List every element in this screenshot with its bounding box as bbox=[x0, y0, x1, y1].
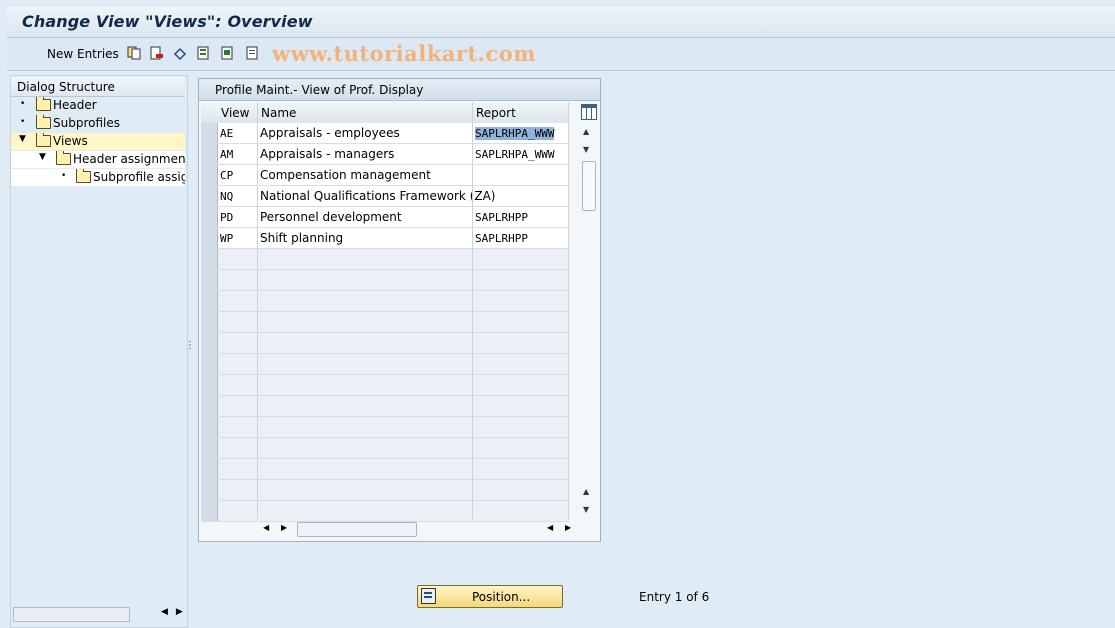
folder-icon bbox=[36, 97, 51, 111]
position-button-label: Position... bbox=[472, 590, 531, 604]
open-folder-icon bbox=[36, 133, 51, 147]
tree-item-label: Subprofiles bbox=[53, 116, 120, 130]
table-caption: Profile Maint.- View of Prof. Display bbox=[199, 79, 600, 101]
bullet-icon: • bbox=[20, 99, 26, 109]
new-entries-button[interactable]: New Entries bbox=[47, 47, 119, 61]
tree-item-label: Header assignment bbox=[73, 152, 185, 166]
scroll-right-icon[interactable]: ▶ bbox=[565, 523, 571, 532]
scroll-left-icon[interactable]: ◀ bbox=[547, 523, 553, 532]
row-selector[interactable] bbox=[201, 123, 218, 143]
horizontal-scrollbar[interactable] bbox=[13, 607, 130, 622]
tree-item-label: Views bbox=[53, 134, 88, 148]
row-selector[interactable] bbox=[201, 291, 218, 311]
delete-icon[interactable] bbox=[150, 46, 164, 60]
scroll-arrows[interactable]: ◀▶ bbox=[161, 607, 191, 617]
cell-view: PD bbox=[220, 211, 234, 224]
table-caption-text: Profile Maint.- View of Prof. Display bbox=[215, 83, 424, 97]
tree-item-label: Header bbox=[53, 98, 97, 112]
page-down-icon[interactable]: ▼ bbox=[583, 505, 589, 514]
cell-report[interactable]: SAPLRHPP bbox=[475, 211, 528, 224]
page-title: Change View "Views": Overview bbox=[22, 12, 313, 31]
cell-name: Appraisals - managers bbox=[260, 147, 395, 161]
row-selector[interactable] bbox=[201, 270, 218, 290]
cell-view: CP bbox=[220, 169, 234, 182]
row-selector[interactable] bbox=[201, 144, 218, 164]
bullet-icon: • bbox=[20, 117, 26, 127]
select-all-icon[interactable] bbox=[197, 46, 211, 60]
row-selector[interactable] bbox=[201, 480, 218, 500]
dialog-structure-header: Dialog Structure bbox=[11, 77, 185, 97]
folder-icon bbox=[76, 169, 91, 183]
tree-item-subprofile-assignment[interactable]: • Subprofile assignment bbox=[11, 169, 185, 186]
select-block-icon[interactable] bbox=[221, 46, 235, 60]
cell-name: National Qualifications Framework (ZA) bbox=[260, 189, 496, 203]
entry-counter: Entry 1 of 6 bbox=[639, 590, 710, 604]
row-selector[interactable] bbox=[201, 501, 218, 521]
expand-triangle-icon[interactable]: ▼ bbox=[39, 152, 46, 162]
expand-triangle-icon[interactable]: ▼ bbox=[19, 134, 26, 144]
position-button[interactable]: Position... bbox=[417, 585, 563, 608]
column-header-report[interactable]: Report bbox=[476, 106, 516, 120]
table-control: Profile Maint.- View of Prof. Display Vi… bbox=[198, 78, 601, 542]
application-toolbar: New Entries www.tutorialkart.com bbox=[7, 38, 1115, 71]
deselect-all-icon[interactable] bbox=[246, 46, 260, 60]
row-selector[interactable] bbox=[201, 396, 218, 416]
open-folder-icon bbox=[56, 151, 71, 165]
dialog-structure-panel: Dialog Structure • Header • Subprofiles … bbox=[10, 75, 188, 628]
tree-item-views[interactable]: ▼ Views bbox=[11, 133, 185, 150]
cell-report[interactable]: SAPLRHPA_WWW bbox=[475, 148, 554, 161]
column-divider bbox=[472, 102, 473, 519]
column-divider bbox=[257, 102, 258, 519]
vertical-scroll-thumb[interactable] bbox=[582, 161, 596, 211]
column-header-view[interactable]: View bbox=[221, 106, 249, 120]
column-divider bbox=[568, 102, 569, 519]
row-selector[interactable] bbox=[201, 459, 218, 479]
cell-view: AE bbox=[220, 127, 234, 140]
cell-name: Personnel development bbox=[260, 210, 402, 224]
folder-icon bbox=[36, 115, 51, 129]
tree-item-header-assignment[interactable]: ▼ Header assignment bbox=[11, 151, 185, 168]
cell-view: WP bbox=[220, 232, 234, 245]
row-selector[interactable] bbox=[201, 249, 218, 269]
undo-icon[interactable] bbox=[173, 46, 187, 60]
tree-item-subprofiles[interactable]: • Subprofiles bbox=[11, 115, 185, 132]
position-icon bbox=[421, 588, 436, 604]
dialog-structure-title: Dialog Structure bbox=[17, 80, 115, 94]
cell-name: Shift planning bbox=[260, 231, 344, 245]
scroll-left-icon[interactable]: ◀ bbox=[263, 523, 269, 532]
cell-report[interactable]: SAPLRHPP bbox=[475, 232, 528, 245]
cell-name: Appraisals - employees bbox=[260, 126, 400, 140]
page-up-icon[interactable]: ▲ bbox=[583, 487, 589, 496]
cell-report[interactable]: SAPLRHPA_WWW bbox=[475, 127, 555, 140]
row-selector[interactable] bbox=[201, 186, 218, 206]
row-selector[interactable] bbox=[201, 354, 218, 374]
scroll-down-icon[interactable]: ▼ bbox=[583, 145, 589, 154]
scroll-up-icon[interactable]: ▲ bbox=[583, 127, 589, 136]
row-selector[interactable] bbox=[201, 417, 218, 437]
watermark-text: www.tutorialkart.com bbox=[272, 41, 536, 66]
row-selector[interactable] bbox=[201, 228, 218, 248]
panel-splitter[interactable]: ⋮ bbox=[185, 340, 195, 351]
cell-view: NQ bbox=[220, 190, 234, 203]
horizontal-scroll-thumb[interactable] bbox=[297, 522, 417, 537]
tree-item-label: Subprofile assignment bbox=[93, 170, 185, 184]
table-settings-icon[interactable] bbox=[581, 104, 597, 120]
tree-item-header[interactable]: • Header bbox=[11, 97, 185, 114]
row-selector[interactable] bbox=[201, 207, 218, 227]
row-selector[interactable] bbox=[201, 438, 218, 458]
bullet-icon: • bbox=[61, 171, 67, 181]
row-selector[interactable] bbox=[201, 333, 218, 353]
column-header-name[interactable]: Name bbox=[261, 106, 296, 120]
row-selector[interactable] bbox=[201, 375, 218, 395]
scroll-right-icon[interactable]: ▶ bbox=[281, 523, 287, 532]
cell-view: AM bbox=[220, 148, 234, 161]
row-selector[interactable] bbox=[201, 165, 218, 185]
copy-icon[interactable] bbox=[127, 46, 141, 60]
cell-name: Compensation management bbox=[260, 168, 431, 182]
title-bar: Change View "Views": Overview bbox=[7, 7, 1115, 38]
row-selector[interactable] bbox=[201, 312, 218, 332]
